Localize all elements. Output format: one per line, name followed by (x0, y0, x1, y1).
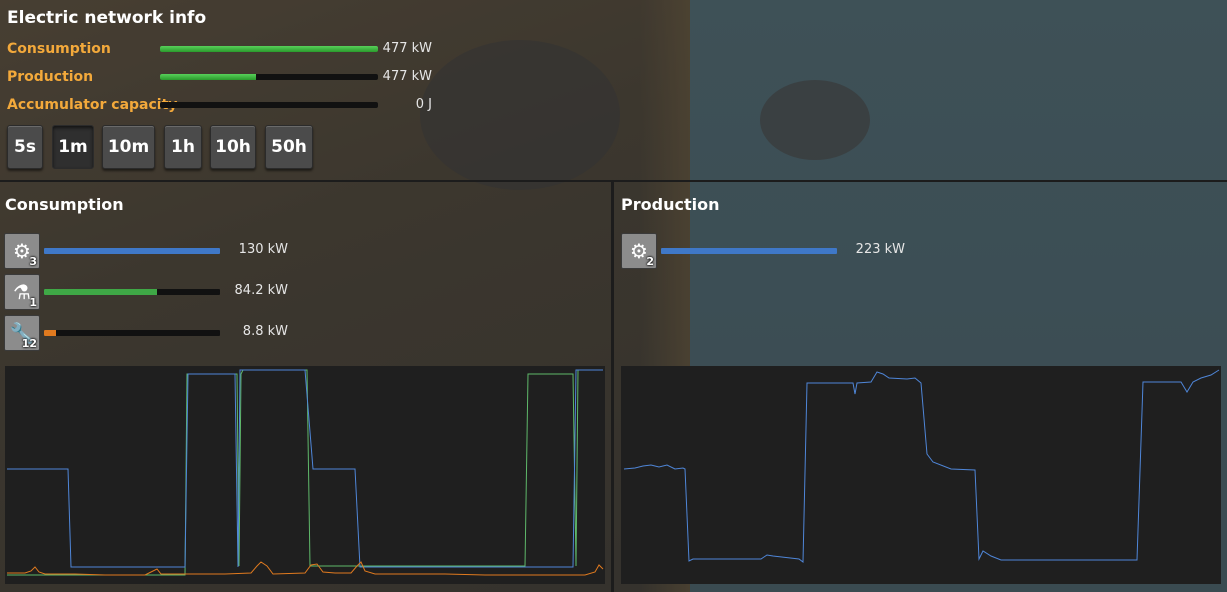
consumer-bar-1 (44, 248, 220, 254)
time-button-1m[interactable]: 1m (52, 125, 94, 169)
consumer-bar-2 (44, 289, 220, 295)
accumulator-capacity-bar (160, 102, 378, 108)
entity-count: 12 (21, 337, 37, 350)
consumption-series-orange (7, 561, 604, 576)
production-value: 477 kW (382, 69, 432, 84)
production-graph (621, 366, 1221, 584)
consumption-series-green (7, 369, 603, 576)
time-button-1h[interactable]: 1h (164, 125, 202, 169)
producer-entity-1[interactable]: ⚙ 2 (621, 233, 657, 269)
consumption-value: 477 kW (382, 41, 432, 56)
time-button-10m[interactable]: 10m (102, 125, 155, 169)
production-label: Production (7, 69, 94, 85)
consumer-value-3: 8.8 kW (242, 324, 288, 339)
consumption-series-blue (7, 369, 603, 568)
production-series-blue (623, 369, 1220, 563)
entity-count: 1 (29, 296, 37, 309)
consumer-entity-2[interactable]: ⚗ 1 (4, 274, 40, 310)
time-button-50h[interactable]: 50h (265, 125, 313, 169)
production-bar (160, 74, 378, 80)
producer-bar-1 (661, 248, 837, 254)
time-button-10h[interactable]: 10h (210, 125, 256, 169)
accumulator-capacity-label: Accumulator capacity (7, 97, 178, 113)
consumer-entity-1[interactable]: ⚙ 3 (4, 233, 40, 269)
production-section-title: Production (621, 195, 720, 214)
consumer-value-2: 84.2 kW (234, 283, 288, 298)
divider-vertical (611, 182, 614, 592)
entity-count: 3 (29, 255, 37, 268)
window-title: Electric network info (7, 8, 207, 28)
consumption-label: Consumption (7, 41, 111, 57)
consumption-section-title: Consumption (5, 195, 124, 214)
consumption-graph (5, 366, 605, 584)
entity-count: 2 (646, 255, 654, 268)
consumer-value-1: 130 kW (238, 242, 288, 257)
consumer-entity-3[interactable]: 🔧 12 (4, 315, 40, 351)
consumer-bar-3 (44, 330, 220, 336)
producer-value-1: 223 kW (855, 242, 905, 257)
time-button-5s[interactable]: 5s (7, 125, 43, 169)
accumulator-capacity-value: 0 J (415, 97, 432, 112)
consumption-bar (160, 46, 378, 52)
